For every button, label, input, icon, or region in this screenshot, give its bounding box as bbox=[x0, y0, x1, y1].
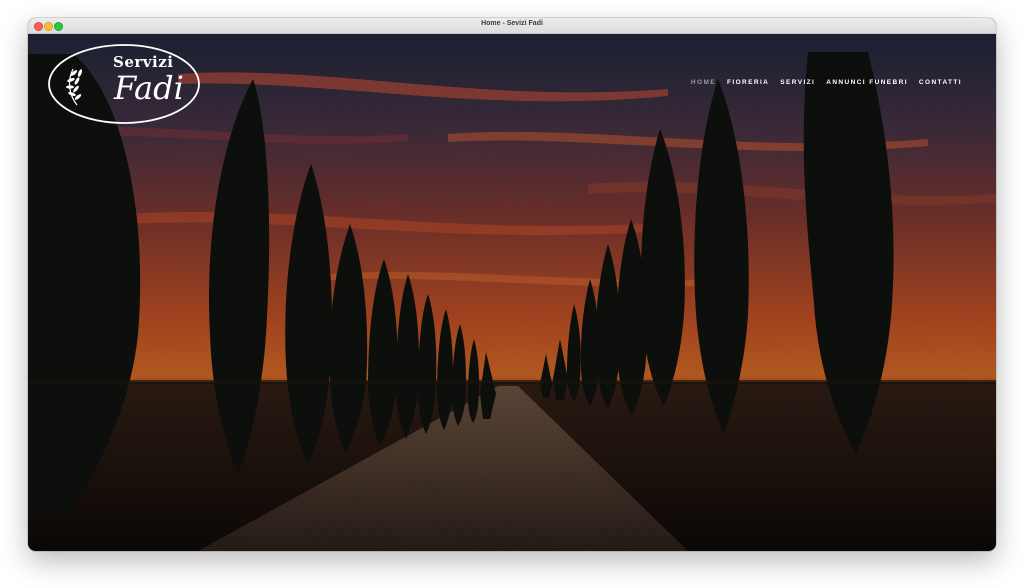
logo-text-fadi: Fadi bbox=[114, 69, 184, 107]
window-titlebar: Home - Sevizi Fadi bbox=[28, 18, 996, 34]
browser-window: Home - Sevizi Fadi Servizi Fadi HOME FIO… bbox=[28, 18, 996, 551]
window-title: Home - Sevizi Fadi bbox=[481, 20, 543, 27]
page-content: Servizi Fadi HOME FIORERIA SERVIZI ANNUN… bbox=[28, 34, 996, 551]
nav-item-contatti[interactable]: CONTATTI bbox=[919, 79, 962, 86]
nav-item-home[interactable]: HOME bbox=[691, 79, 716, 86]
site-logo[interactable]: Servizi Fadi bbox=[47, 43, 201, 125]
nav-item-servizi[interactable]: SERVIZI bbox=[780, 79, 815, 86]
nav-item-annunci-funebri[interactable]: ANNUNCI FUNEBRI bbox=[826, 79, 908, 86]
nav-item-fioreria[interactable]: FIORERIA bbox=[727, 79, 769, 86]
main-navigation: HOME FIORERIA SERVIZI ANNUNCI FUNEBRI CO… bbox=[691, 79, 962, 86]
laurel-icon bbox=[66, 68, 83, 106]
